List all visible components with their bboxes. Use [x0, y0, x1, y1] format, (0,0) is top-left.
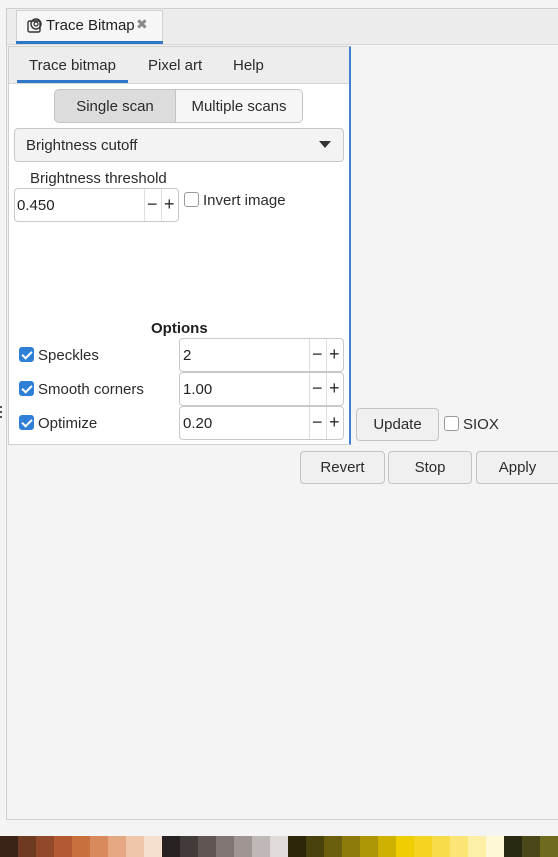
palette-swatch[interactable]: [72, 836, 90, 857]
spin-divider: [309, 339, 310, 371]
threshold-label: Brightness threshold: [30, 170, 167, 187]
palette-swatch[interactable]: [450, 836, 468, 857]
invert-image-label: Invert image: [203, 192, 286, 209]
tab-trace-bitmap[interactable]: Trace bitmap: [29, 57, 116, 74]
palette-swatch[interactable]: [162, 836, 180, 857]
color-palette: [0, 836, 558, 857]
tab-help[interactable]: Help: [233, 57, 264, 74]
palette-swatch[interactable]: [126, 836, 144, 857]
palette-swatch[interactable]: [108, 836, 126, 857]
single-scan-button[interactable]: Single scan: [54, 89, 176, 123]
dropdown-value: Brightness cutoff: [26, 137, 138, 154]
palette-swatch[interactable]: [54, 836, 72, 857]
speckles-checkbox[interactable]: [19, 347, 34, 362]
palette-swatch[interactable]: [252, 836, 270, 857]
threshold-value[interactable]: 0.450: [17, 197, 55, 214]
palette-swatch[interactable]: [234, 836, 252, 857]
spin-divider: [161, 189, 162, 221]
palette-swatch[interactable]: [306, 836, 324, 857]
palette-swatch[interactable]: [414, 836, 432, 857]
chevron-down-icon: [319, 141, 331, 148]
siox-label: SIOX: [463, 416, 499, 433]
optimize-value[interactable]: 0.20: [183, 415, 212, 432]
palette-swatch[interactable]: [432, 836, 450, 857]
minus-icon[interactable]: −: [312, 379, 323, 397]
close-icon[interactable]: ✖: [136, 16, 148, 33]
update-button[interactable]: Update: [356, 408, 439, 441]
palette-swatch[interactable]: [288, 836, 306, 857]
palette-swatch[interactable]: [90, 836, 108, 857]
palette-swatch[interactable]: [360, 836, 378, 857]
palette-swatch[interactable]: [198, 836, 216, 857]
smooth-corners-checkbox[interactable]: [19, 381, 34, 396]
palette-swatch[interactable]: [342, 836, 360, 857]
plus-icon[interactable]: +: [329, 379, 340, 397]
revert-button[interactable]: Revert: [300, 451, 385, 484]
multiple-scans-button[interactable]: Multiple scans: [175, 89, 303, 123]
palette-swatch[interactable]: [270, 836, 288, 857]
palette-swatch[interactable]: [180, 836, 198, 857]
invert-image-checkbox[interactable]: [184, 192, 199, 207]
speckles-value[interactable]: 2: [183, 347, 191, 364]
palette-swatch[interactable]: [36, 836, 54, 857]
minus-icon[interactable]: −: [312, 413, 323, 431]
palette-swatch[interactable]: [18, 836, 36, 857]
siox-checkbox[interactable]: [444, 416, 459, 431]
palette-swatch[interactable]: [216, 836, 234, 857]
trace-bitmap-icon: [27, 18, 42, 33]
spin-divider: [309, 373, 310, 405]
plus-icon[interactable]: +: [329, 413, 340, 431]
spin-divider: [326, 373, 327, 405]
doc-tab-label: Trace Bitmap: [46, 17, 135, 34]
minus-icon[interactable]: −: [312, 345, 323, 363]
smooth-corners-value[interactable]: 1.00: [183, 381, 212, 398]
spin-divider: [144, 189, 145, 221]
optimize-checkbox[interactable]: [19, 415, 34, 430]
apply-button[interactable]: Apply: [476, 451, 558, 484]
palette-swatch[interactable]: [522, 836, 540, 857]
speckles-label: Speckles: [38, 347, 99, 364]
palette-swatch[interactable]: [504, 836, 522, 857]
dock-resize-grip[interactable]: [0, 406, 3, 420]
palette-swatch[interactable]: [144, 836, 162, 857]
tab-pixel-art[interactable]: Pixel art: [148, 57, 202, 74]
palette-swatch[interactable]: [0, 836, 18, 857]
stop-button[interactable]: Stop: [388, 451, 472, 484]
doc-tab-active-indicator: [16, 41, 163, 44]
palette-swatch[interactable]: [540, 836, 558, 857]
palette-swatch[interactable]: [396, 836, 414, 857]
palette-swatch[interactable]: [486, 836, 504, 857]
plus-icon[interactable]: +: [329, 345, 340, 363]
subtab-active-indicator: [17, 80, 128, 83]
spin-divider: [309, 407, 310, 439]
palette-swatch[interactable]: [324, 836, 342, 857]
plus-icon[interactable]: +: [164, 195, 175, 213]
palette-swatch[interactable]: [468, 836, 486, 857]
smooth-corners-label: Smooth corners: [38, 381, 144, 398]
palette-swatch[interactable]: [378, 836, 396, 857]
options-heading: Options: [151, 320, 208, 337]
spin-divider: [326, 407, 327, 439]
minus-icon[interactable]: −: [147, 195, 158, 213]
optimize-label: Optimize: [38, 415, 98, 432]
spin-divider: [326, 339, 327, 371]
